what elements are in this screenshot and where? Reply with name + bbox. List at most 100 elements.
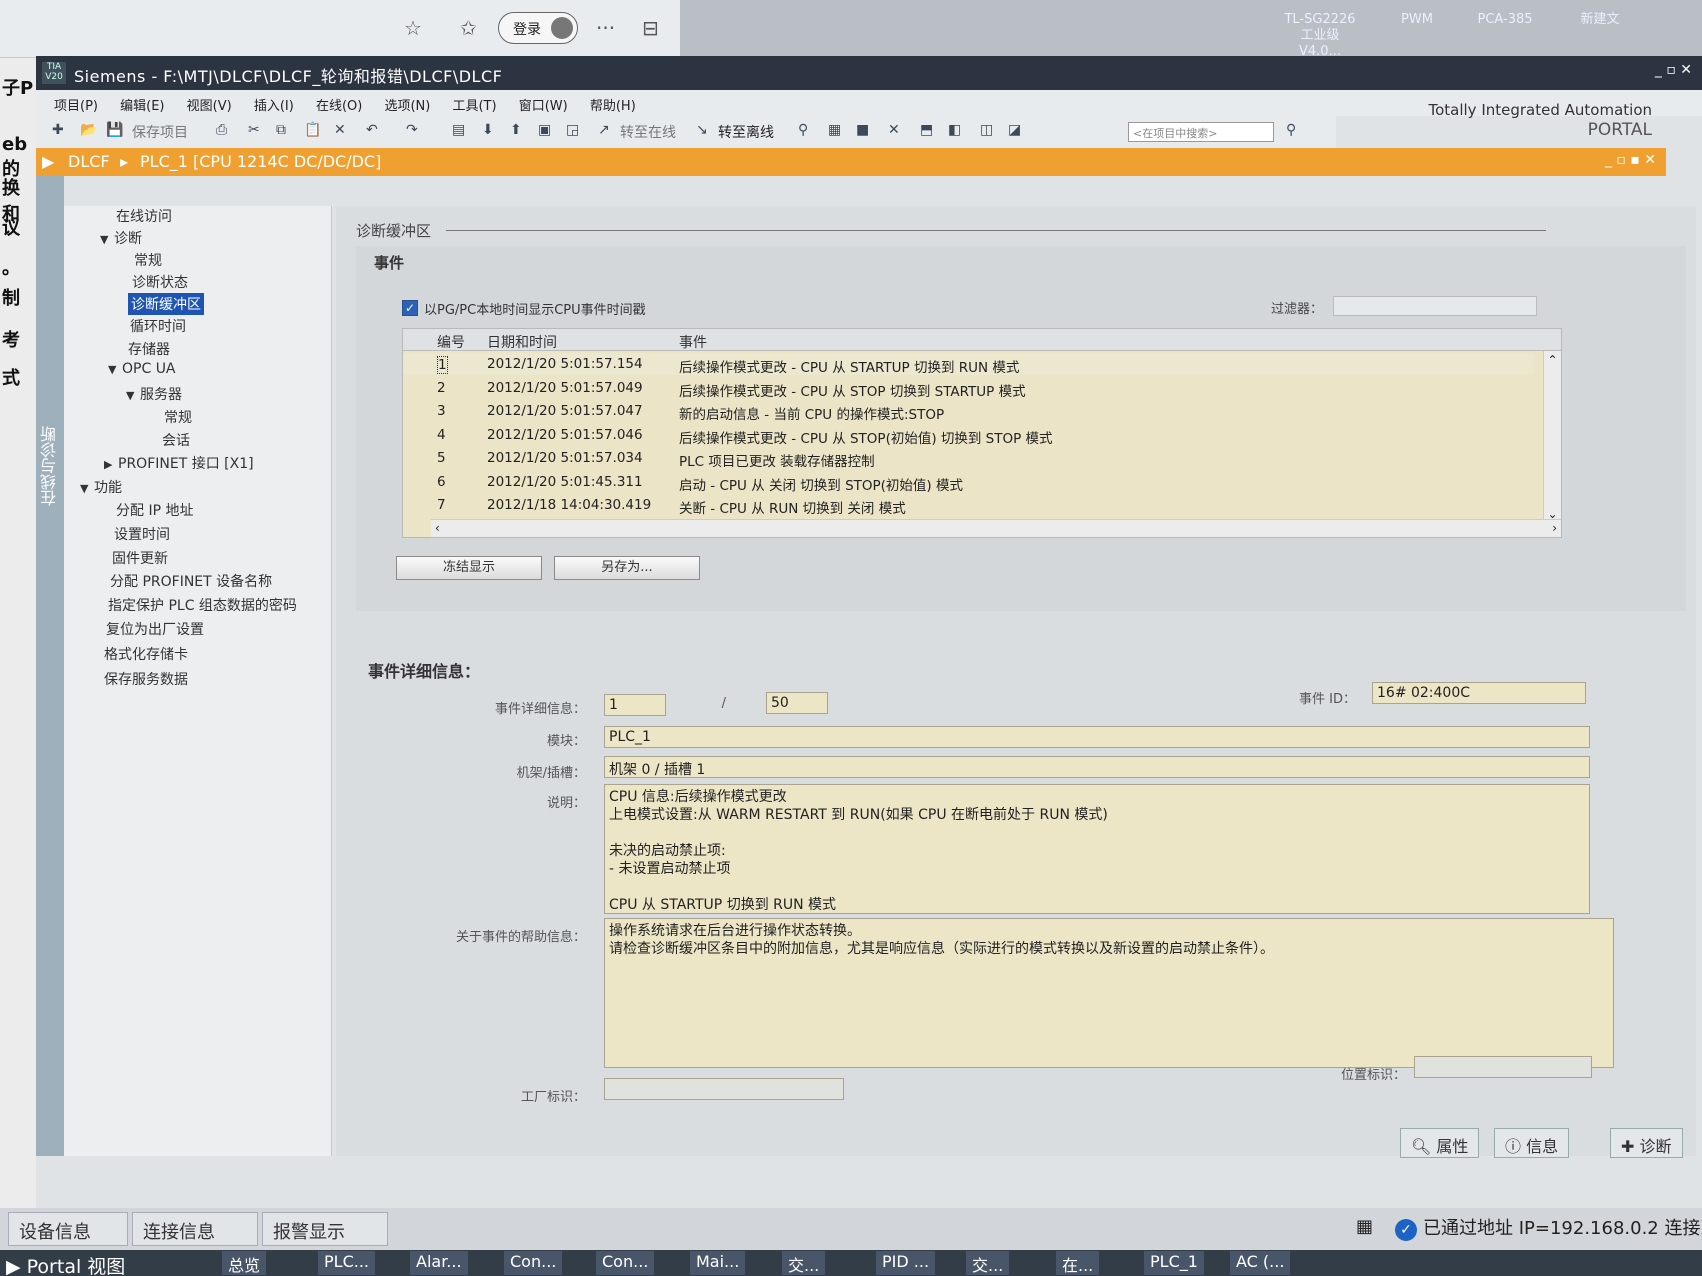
desktop-icon[interactable]: 新建文: [1570, 12, 1630, 28]
nav-save-service-data[interactable]: 保存服务数据: [104, 669, 188, 689]
menu-tools[interactable]: 工具(T): [452, 95, 496, 114]
save-icon[interactable]: 💾: [106, 122, 123, 138]
menu-project[interactable]: 项目(P): [54, 95, 98, 114]
menu-options[interactable]: 选项(N): [384, 95, 430, 114]
nav-functions[interactable]: ▼ 功能: [80, 477, 122, 497]
new-project-icon[interactable]: ✚: [52, 122, 64, 138]
favorite-star-icon[interactable]: ☆: [404, 16, 422, 40]
header-number[interactable]: 编号: [437, 332, 465, 352]
filter-input[interactable]: [1333, 296, 1537, 316]
table-row[interactable]: 3 2012/1/20 5:01:57.047 新的启动信息 - 当前 CPU 的操…: [403, 400, 1533, 423]
compile-icon[interactable]: ▤: [452, 122, 465, 138]
accessible-devices-icon[interactable]: ⚲: [798, 122, 808, 138]
delete-icon[interactable]: ✕: [334, 122, 346, 138]
project-search-input[interactable]: <在项目中搜索>: [1128, 122, 1274, 142]
event-id-field[interactable]: 16# 02:400C: [1372, 682, 1586, 704]
open-project-icon[interactable]: 📂: [80, 122, 97, 138]
search-icon[interactable]: ⚲: [1286, 122, 1296, 138]
nav-opc-ua[interactable]: ▼ OPC UA: [108, 361, 176, 377]
task-plc1[interactable]: PLC_1: [1144, 1251, 1204, 1275]
simulation-icon[interactable]: ▣: [538, 122, 551, 138]
inspector-tab-diagnostics[interactable]: ✚ 诊断: [1610, 1128, 1683, 1158]
module-field[interactable]: PLC_1: [604, 726, 1590, 748]
inspector-tab-properties[interactable]: 🔍︎ 属性: [1400, 1128, 1480, 1158]
cut-icon[interactable]: ✂: [248, 122, 260, 138]
table-row[interactable]: 5 2012/1/20 5:01:57.034 PLC 项目已更改 装载存储器控制: [403, 447, 1533, 470]
task-cross-1[interactable]: 交...: [782, 1251, 826, 1275]
nav-diag-status[interactable]: 诊断状态: [132, 272, 188, 292]
local-time-checkbox[interactable]: ✓: [402, 300, 418, 316]
undo-icon[interactable]: ↶: [366, 122, 378, 138]
nav-format-card[interactable]: 格式化存储卡: [104, 644, 188, 664]
nav-cycle-time[interactable]: 循环时间: [130, 316, 186, 336]
caret-down-icon[interactable]: ▼: [100, 233, 114, 246]
scroll-right-icon[interactable]: ›: [1552, 521, 1557, 535]
cross-reference-icon[interactable]: ▦: [828, 122, 841, 138]
location-id-field[interactable]: [1414, 1056, 1592, 1078]
rack-slot-field[interactable]: 机架 0 / 插槽 1: [604, 756, 1590, 778]
nav-memory[interactable]: 存储器: [128, 339, 170, 359]
task-pid[interactable]: PID ...: [876, 1251, 936, 1275]
table-row[interactable]: 1 2012/1/20 5:01:57.154 后续操作模式更改 - CPU 从 S…: [403, 353, 1533, 376]
nav-factory-reset[interactable]: 复位为出厂设置: [106, 619, 204, 639]
monitor-off-icon[interactable]: ◪: [1008, 122, 1021, 138]
scroll-left-icon[interactable]: ‹: [435, 521, 440, 535]
favorites-list-icon[interactable]: ✩: [460, 16, 477, 40]
table-vertical-scrollbar[interactable]: ⌃ ⌄: [1543, 351, 1561, 521]
breadcrumb-project[interactable]: DLCF: [68, 152, 110, 171]
sidebar-toggle-icon[interactable]: ⊟: [642, 16, 659, 40]
nav-assign-ip[interactable]: 分配 IP 地址: [116, 500, 193, 520]
go-online-button[interactable]: 转至在线: [620, 122, 676, 142]
go-offline-icon[interactable]: ↘: [696, 122, 708, 138]
task-cross-2[interactable]: 交...: [966, 1251, 1010, 1275]
desktop-icon[interactable]: PCA-385: [1470, 12, 1540, 28]
freeze-display-button[interactable]: 冻结显示: [396, 556, 542, 580]
scroll-up-icon[interactable]: ⌃: [1544, 353, 1561, 367]
nav-set-time[interactable]: 设置时间: [114, 524, 170, 544]
editor-window-controls[interactable]: _ ▫ ▪ ✕: [1605, 152, 1656, 168]
tab-device-info[interactable]: 设备信息: [8, 1212, 128, 1246]
menu-window[interactable]: 窗口(W): [519, 95, 568, 114]
detail-total-field[interactable]: 50: [766, 692, 828, 714]
save-as-button[interactable]: 另存为...: [554, 556, 700, 580]
go-offline-button[interactable]: 转至离线: [718, 122, 774, 142]
help-textarea[interactable]: 操作系统请求在后台进行操作状态转换。 请检查诊断缓冲区条目中的附加信息，尤其是响…: [604, 918, 1614, 1068]
close-online-icon[interactable]: ✕: [888, 122, 900, 138]
breadcrumb-device[interactable]: PLC_1 [CPU 1214C DC/DC/DC]: [140, 152, 381, 171]
header-event[interactable]: 事件: [679, 332, 707, 352]
tab-connection-info[interactable]: 连接信息: [132, 1212, 258, 1246]
portal-view-button[interactable]: ▶ Portal 视图: [6, 1252, 125, 1276]
tab-alarm-display[interactable]: 报警显示: [262, 1212, 388, 1246]
save-project-button[interactable]: 保存项目: [132, 122, 188, 142]
copy-icon[interactable]: ⧉: [276, 122, 286, 138]
plant-id-field[interactable]: [604, 1078, 844, 1100]
stop-cpu-icon[interactable]: ■: [856, 122, 869, 138]
caret-down-icon[interactable]: ▼: [80, 482, 94, 495]
table-horizontal-scrollbar[interactable]: ‹ ›: [431, 519, 1561, 537]
menu-insert[interactable]: 插入(I): [254, 95, 294, 114]
task-ac[interactable]: AC (...: [1230, 1251, 1291, 1275]
nav-online-access[interactable]: 在线访问: [116, 206, 172, 226]
nav-assign-profinet-name[interactable]: 分配 PROFINET 设备名称: [110, 571, 272, 591]
desktop-icon[interactable]: TL-SG2226 工业级 V4.0...: [1280, 12, 1360, 60]
nav-profinet[interactable]: ▶ PROFINET 接口 [X1]: [104, 453, 254, 473]
nav-server-general[interactable]: 常规: [164, 407, 192, 427]
caret-down-icon[interactable]: ▼: [126, 389, 140, 402]
paste-icon[interactable]: 📋: [304, 122, 321, 138]
monitor-icon[interactable]: ◫: [980, 122, 993, 138]
upload-icon[interactable]: ⬆: [510, 122, 522, 138]
task-alarm[interactable]: Alar...: [410, 1251, 468, 1275]
nav-general[interactable]: 常规: [134, 250, 162, 270]
split-vertical-icon[interactable]: ◧: [948, 122, 961, 138]
description-textarea[interactable]: CPU 信息:后续操作模式更改 上电模式设置:从 WARM RESTART 到 …: [604, 784, 1590, 914]
go-online-icon[interactable]: ↗: [598, 122, 610, 138]
task-online[interactable]: 在...: [1056, 1251, 1100, 1275]
start-sim-icon[interactable]: ◲: [566, 122, 579, 138]
nav-diag-buffer[interactable]: 诊断缓冲区: [128, 293, 204, 315]
window-controls[interactable]: _ ▫ ✕: [1655, 62, 1692, 78]
table-row[interactable]: 6 2012/1/20 5:01:45.311 启动 - CPU 从 关闭 切换到 …: [403, 471, 1533, 494]
download-icon[interactable]: ⬇: [482, 122, 494, 138]
nav-firmware-update[interactable]: 固件更新: [112, 548, 168, 568]
nav-protect-password[interactable]: 指定保护 PLC 组态数据的密码: [108, 595, 297, 615]
table-row[interactable]: 4 2012/1/20 5:01:57.046 后续操作模式更改 - CPU 从 S…: [403, 424, 1533, 447]
